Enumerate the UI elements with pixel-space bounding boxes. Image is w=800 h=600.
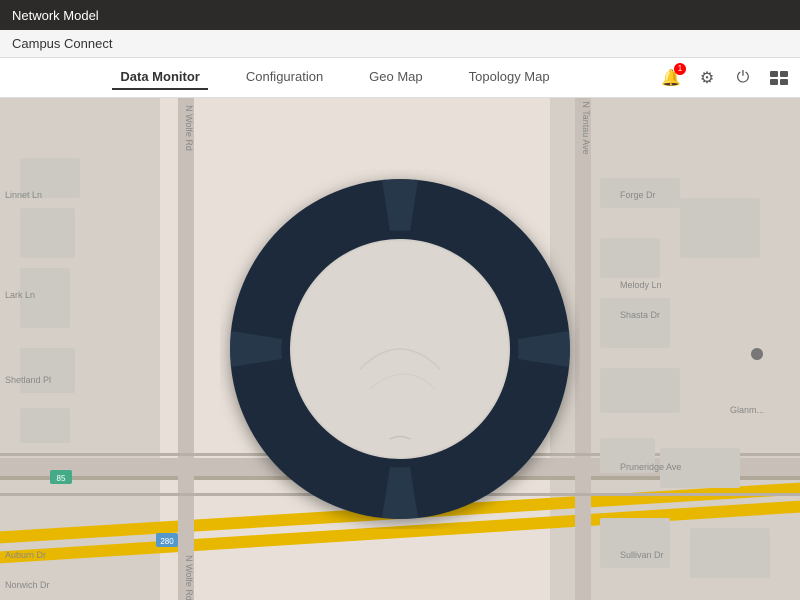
svg-text:Auburn Dr: Auburn Dr xyxy=(5,550,46,560)
svg-text:Lark Ln: Lark Ln xyxy=(5,290,35,300)
tab-topology-map[interactable]: Topology Map xyxy=(461,65,558,90)
svg-text:Pruneridge Ave: Pruneridge Ave xyxy=(620,462,681,472)
sub-header: Campus Connect xyxy=(0,30,800,58)
svg-text:Forge Dr: Forge Dr xyxy=(620,190,656,200)
layout-icon[interactable] xyxy=(768,67,790,89)
svg-text:Shetland Pl: Shetland Pl xyxy=(5,375,51,385)
gear-icon[interactable]: ⚙ xyxy=(696,67,718,89)
sub-header-label: Campus Connect xyxy=(12,36,112,51)
svg-text:N Tantau Ave: N Tantau Ave xyxy=(581,101,591,154)
power-icon[interactable]: ⏻ xyxy=(732,67,754,89)
notification-badge: 1 xyxy=(674,63,686,75)
tab-configuration[interactable]: Configuration xyxy=(238,65,331,90)
donut-svg xyxy=(220,169,580,529)
svg-text:Glanm...: Glanm... xyxy=(730,405,764,415)
tab-geo-map[interactable]: Geo Map xyxy=(361,65,430,90)
donut-overlay xyxy=(220,169,580,529)
nav-tabs: Data Monitor Configuration Geo Map Topol… xyxy=(10,65,660,90)
title-bar: Network Model xyxy=(0,0,800,30)
svg-text:280: 280 xyxy=(160,537,174,546)
svg-text:Norwich Dr: Norwich Dr xyxy=(5,580,50,590)
map-area[interactable]: N Wolfe Rd N Wolfe Rd N Tantau Ave Prune… xyxy=(0,98,800,600)
svg-text:Melody Ln: Melody Ln xyxy=(620,280,662,290)
svg-text:Shasta Dr: Shasta Dr xyxy=(620,310,660,320)
bell-icon[interactable]: 🔔 1 xyxy=(660,67,682,89)
svg-text:N Wolfe Rd: N Wolfe Rd xyxy=(184,555,194,600)
svg-text:N Wolfe Rd: N Wolfe Rd xyxy=(184,105,194,151)
tab-data-monitor[interactable]: Data Monitor xyxy=(112,65,207,90)
svg-text:Sullivan Dr: Sullivan Dr xyxy=(620,550,664,560)
nav-icon-group: 🔔 1 ⚙ ⏻ xyxy=(660,67,790,89)
app-title: Network Model xyxy=(12,8,99,23)
nav-bar: Data Monitor Configuration Geo Map Topol… xyxy=(0,58,800,98)
svg-text:Linnet Ln: Linnet Ln xyxy=(5,190,42,200)
svg-text:85: 85 xyxy=(57,474,66,483)
